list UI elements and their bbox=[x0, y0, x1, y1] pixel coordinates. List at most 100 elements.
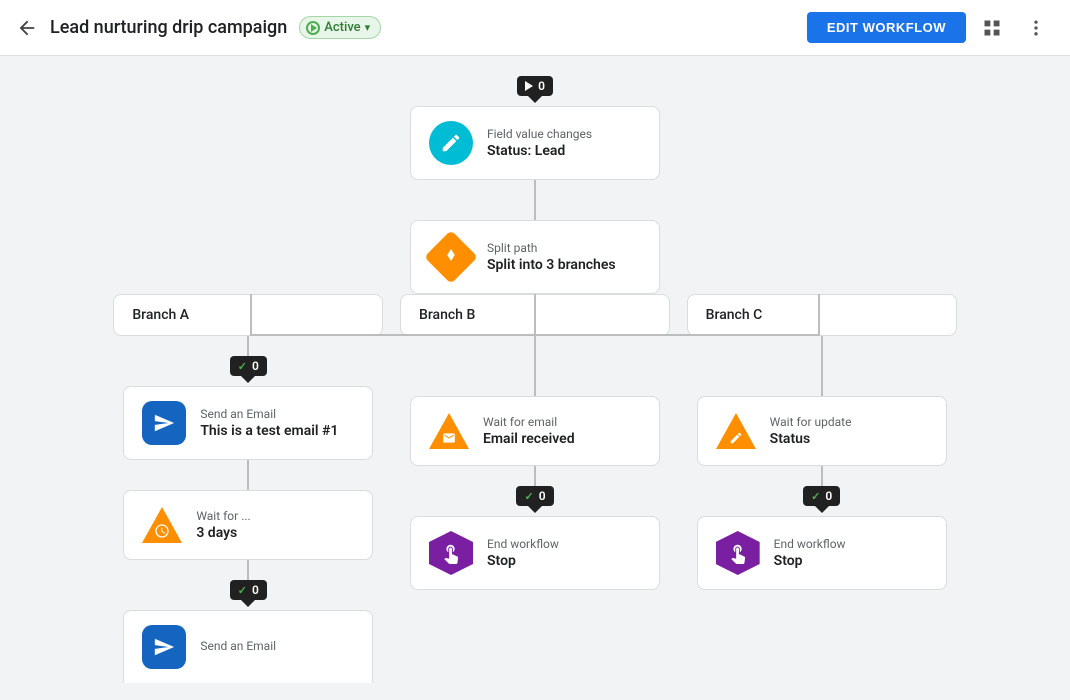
right-branch-down bbox=[818, 294, 820, 334]
branch-a-bottom-counter: ✓ 0 bbox=[230, 580, 267, 600]
split-value: Split into 3 branches bbox=[487, 257, 616, 273]
left-branch-down bbox=[250, 294, 252, 334]
branch-b-counter: ✓ 0 bbox=[516, 486, 553, 506]
branch-b-waitemail-text: Wait for email Email received bbox=[483, 415, 575, 447]
check-icon-2: ✓ bbox=[238, 584, 247, 597]
branch-c-end-node[interactable]: End workflow Stop bbox=[697, 516, 947, 590]
branch-a-count: 0 bbox=[252, 359, 259, 373]
check-icon: ✓ bbox=[238, 360, 247, 373]
trigger-count: 0 bbox=[538, 79, 545, 93]
split-text: Split path Split into 3 branches bbox=[487, 241, 616, 273]
branch-c-waitupdate-node[interactable]: Wait for update Status bbox=[697, 396, 947, 466]
clock-symbol bbox=[154, 521, 170, 541]
branch-a-v2 bbox=[247, 460, 249, 490]
email-recv-symbol bbox=[442, 429, 456, 447]
branch-a-email2-text: Send an Email bbox=[200, 639, 276, 655]
trigger-label: Field value changes bbox=[487, 127, 592, 141]
branches-row: Branch A ✓ 0 Send an Email This is a tes… bbox=[105, 294, 965, 683]
branch-a-counter-wrap: ✓ 0 bbox=[230, 356, 267, 376]
branch-a-wait-text: Wait for ... 3 days bbox=[196, 509, 250, 541]
branch-c-waitupdate-value: Status bbox=[770, 431, 852, 447]
header-right: EDIT WORKFLOW bbox=[807, 10, 1054, 46]
grid-view-button[interactable] bbox=[974, 10, 1010, 46]
branch-b-waitemail-value: Email received bbox=[483, 431, 575, 447]
end-hex-icon-c bbox=[716, 531, 760, 575]
split-down-line bbox=[534, 294, 536, 334]
trigger-value: Status: Lead bbox=[487, 143, 592, 159]
connector-line-1 bbox=[534, 180, 536, 220]
branch-c-end-value: Stop bbox=[774, 553, 846, 569]
branch-a-v1 bbox=[247, 336, 249, 356]
branch-b-end-text: End workflow Stop bbox=[487, 537, 559, 569]
more-options-button[interactable] bbox=[1018, 10, 1054, 46]
trigger-section: 0 Field value changes Status: Lead bbox=[410, 76, 660, 294]
branch-h-line bbox=[250, 334, 820, 336]
branch-c-waitupdate-label: Wait for update bbox=[770, 415, 852, 429]
split-label: Split path bbox=[487, 241, 616, 255]
check-icon-b: ✓ bbox=[524, 490, 533, 503]
send-email-icon bbox=[142, 401, 186, 445]
end-hex-icon-b bbox=[429, 531, 473, 575]
branch-c-header[interactable]: Branch C bbox=[687, 294, 957, 336]
check-icon-c: ✓ bbox=[811, 490, 820, 503]
trigger-counter-badge: 0 bbox=[517, 76, 553, 96]
branch-a-email2-node[interactable]: Send an Email bbox=[123, 610, 373, 683]
branch-a-counter: ✓ 0 bbox=[230, 356, 267, 376]
branch-a-email-label: Send an Email bbox=[200, 407, 338, 421]
branch-a-name: Branch A bbox=[132, 307, 189, 323]
branch-a-bottom-count: 0 bbox=[252, 583, 259, 597]
branch-b-waitemail-label: Wait for email bbox=[483, 415, 575, 429]
branch-c-name: Branch C bbox=[706, 307, 763, 323]
status-play-icon bbox=[306, 21, 320, 35]
branch-b-name: Branch B bbox=[419, 307, 475, 323]
branch-c-v2 bbox=[821, 466, 823, 486]
branch-b-end-value: Stop bbox=[487, 553, 559, 569]
branch-b-end-node[interactable]: End workflow Stop bbox=[410, 516, 660, 590]
trigger-icon bbox=[429, 121, 473, 165]
branch-a-email-value: This is a test email #1 bbox=[200, 423, 338, 439]
back-button[interactable] bbox=[16, 17, 38, 39]
branch-b-v2 bbox=[534, 466, 536, 486]
branch-b-counter-wrap: ✓ 0 bbox=[516, 486, 553, 506]
branch-a-bottom-counter-wrap: ✓ 0 bbox=[230, 580, 267, 600]
branch-a-wait-value: 3 days bbox=[196, 525, 250, 541]
split-icon-wrap bbox=[429, 235, 473, 279]
branch-c-v1 bbox=[821, 336, 823, 396]
branch-c-counter-wrap: ✓ 0 bbox=[803, 486, 840, 506]
branch-a-wait-node[interactable]: Wait for ... 3 days bbox=[123, 490, 373, 560]
update-symbol bbox=[729, 429, 743, 447]
send-email-icon-2 bbox=[142, 625, 186, 669]
branch-a-email-text: Send an Email This is a test email #1 bbox=[200, 407, 338, 439]
branch-c-end-label: End workflow bbox=[774, 537, 846, 551]
branch-a-col: Branch A ✓ 0 Send an Email This is a tes… bbox=[105, 294, 392, 683]
branch-a-header[interactable]: Branch A bbox=[113, 294, 383, 336]
wait-icon-wrap bbox=[142, 505, 182, 545]
branch-c-counter: ✓ 0 bbox=[803, 486, 840, 506]
wait-email-icon-wrap bbox=[429, 411, 469, 451]
trigger-text: Field value changes Status: Lead bbox=[487, 127, 592, 159]
status-badge[interactable]: Active ▾ bbox=[299, 16, 381, 39]
branch-a-email-node[interactable]: Send an Email This is a test email #1 bbox=[123, 386, 373, 460]
wait-update-icon-wrap bbox=[716, 411, 756, 451]
branch-c-count: 0 bbox=[825, 489, 832, 503]
header-left: Lead nurturing drip campaign Active ▾ bbox=[16, 16, 807, 39]
branch-c-end-text: End workflow Stop bbox=[774, 537, 846, 569]
branch-c-waitupdate-text: Wait for update Status bbox=[770, 415, 852, 447]
play-icon bbox=[525, 81, 533, 91]
edit-workflow-button[interactable]: EDIT WORKFLOW bbox=[807, 12, 966, 43]
branch-a-wait-label: Wait for ... bbox=[196, 509, 250, 523]
branch-b-count: 0 bbox=[539, 489, 546, 503]
status-label: Active bbox=[324, 20, 360, 35]
branch-a-email2-label: Send an Email bbox=[200, 639, 276, 653]
split-node[interactable]: Split path Split into 3 branches bbox=[410, 220, 660, 294]
trigger-counter-wrap: 0 bbox=[517, 76, 553, 96]
trigger-node[interactable]: Field value changes Status: Lead bbox=[410, 106, 660, 180]
branch-b-waitemail-node[interactable]: Wait for email Email received bbox=[410, 396, 660, 466]
branch-b-v1 bbox=[534, 336, 536, 396]
split-icon bbox=[442, 246, 460, 268]
branch-c-col: Branch C Wait for update Status bbox=[678, 294, 965, 590]
status-chevron-icon: ▾ bbox=[365, 21, 371, 34]
branch-a-v3 bbox=[247, 560, 249, 580]
page-title: Lead nurturing drip campaign bbox=[50, 17, 287, 38]
branch-b-col: Branch B Wait for email Email received bbox=[392, 294, 679, 590]
